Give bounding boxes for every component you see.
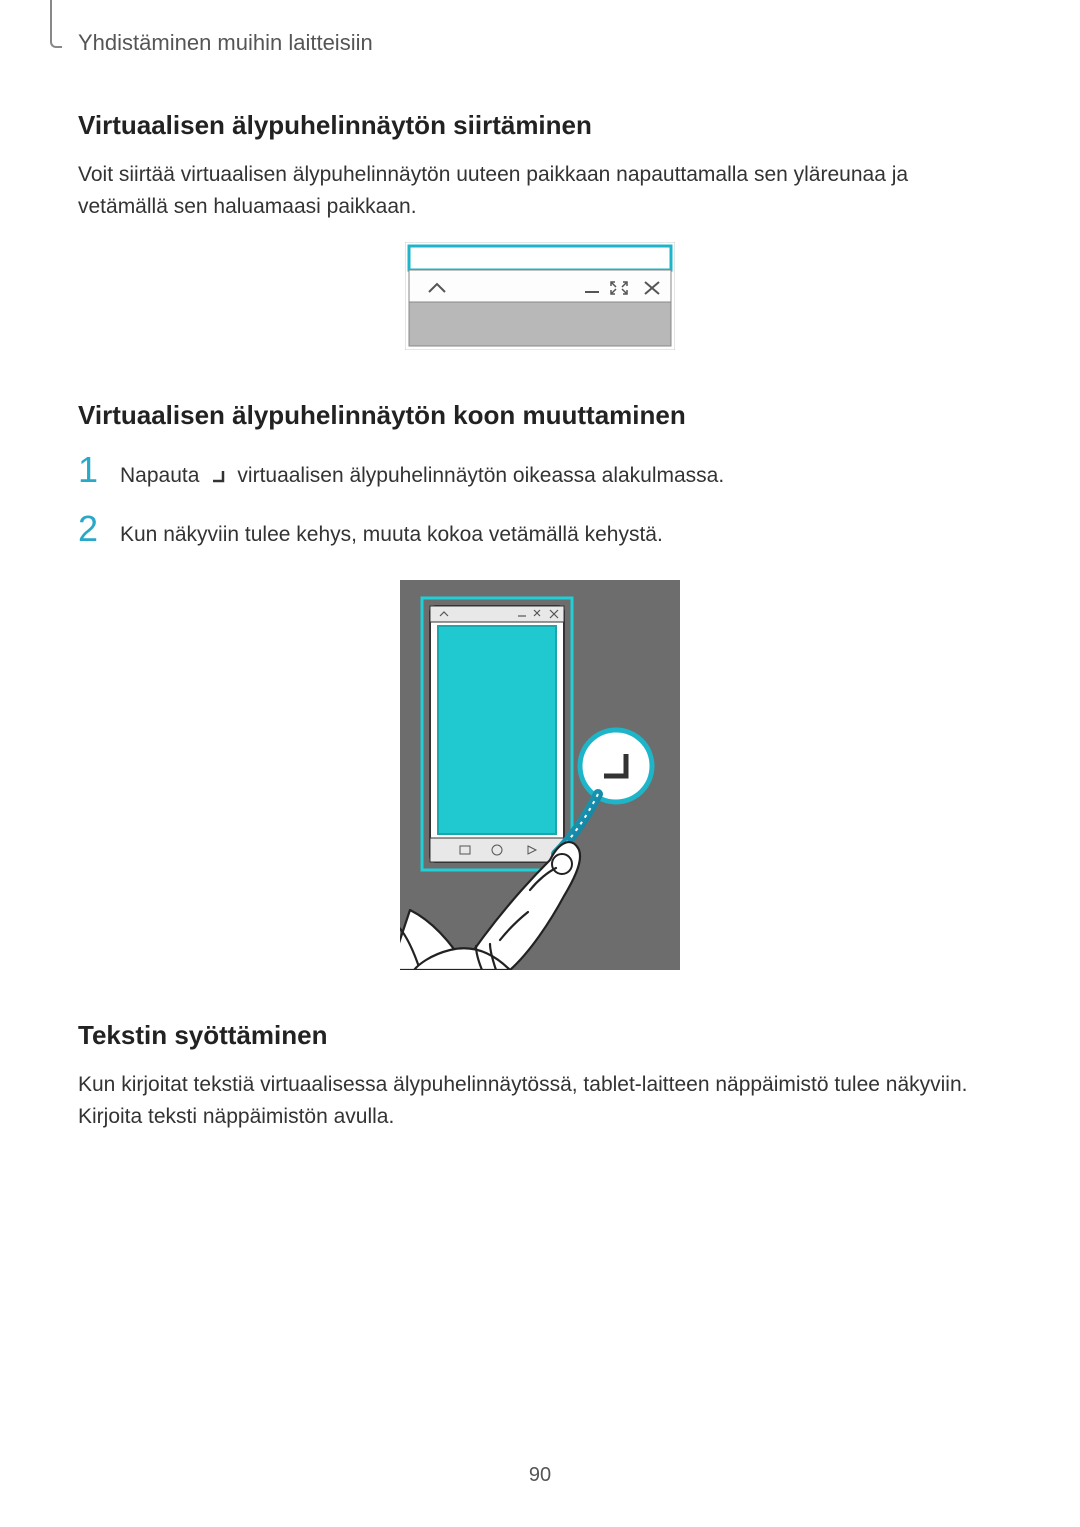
figure-titlebar-mock xyxy=(405,242,675,350)
step-2: 2 Kun näkyviin tulee kehys, muuta kokoa … xyxy=(78,508,1002,551)
step-2-text: Kun näkyviin tulee kehys, muuta kokoa ve… xyxy=(120,519,663,551)
step-1-post: virtuaalisen älypuhelinnäytön oikeassa a… xyxy=(237,460,724,492)
step-1-pre: Napauta xyxy=(120,460,199,492)
step-number-2: 2 xyxy=(78,508,104,550)
section-text-input: Tekstin syöttäminen Kun kirjoitat teksti… xyxy=(78,1020,1002,1132)
page-number: 90 xyxy=(0,1464,1080,1487)
resize-corner-icon xyxy=(207,465,229,487)
page-edge-tab xyxy=(50,0,62,48)
figure-resize-gesture xyxy=(400,580,680,970)
section-breadcrumb: Yhdistäminen muihin laitteisiin xyxy=(78,30,373,56)
section-resize: Virtuaalisen älypuhelinnäytön koon muutt… xyxy=(78,400,1002,970)
page-content: Virtuaalisen älypuhelinnäytön siirtämine… xyxy=(78,110,1002,1152)
paragraph-move-screen: Voit siirtää virtuaalisen älypuhelinnäyt… xyxy=(78,159,1002,222)
step-1-text: Napauta virtuaalisen älypuhelinnäytön oi… xyxy=(120,460,724,492)
paragraph-text-input: Kun kirjoitat tekstiä virtuaalisessa äly… xyxy=(78,1069,1002,1132)
step-1: 1 Napauta virtuaalisen älypuhelinnäytön … xyxy=(78,449,1002,492)
heading-text-input: Tekstin syöttäminen xyxy=(78,1020,1002,1051)
heading-resize-screen: Virtuaalisen älypuhelinnäytön koon muutt… xyxy=(78,400,1002,431)
heading-move-screen: Virtuaalisen älypuhelinnäytön siirtämine… xyxy=(78,110,1002,141)
step-number-1: 1 xyxy=(78,449,104,491)
